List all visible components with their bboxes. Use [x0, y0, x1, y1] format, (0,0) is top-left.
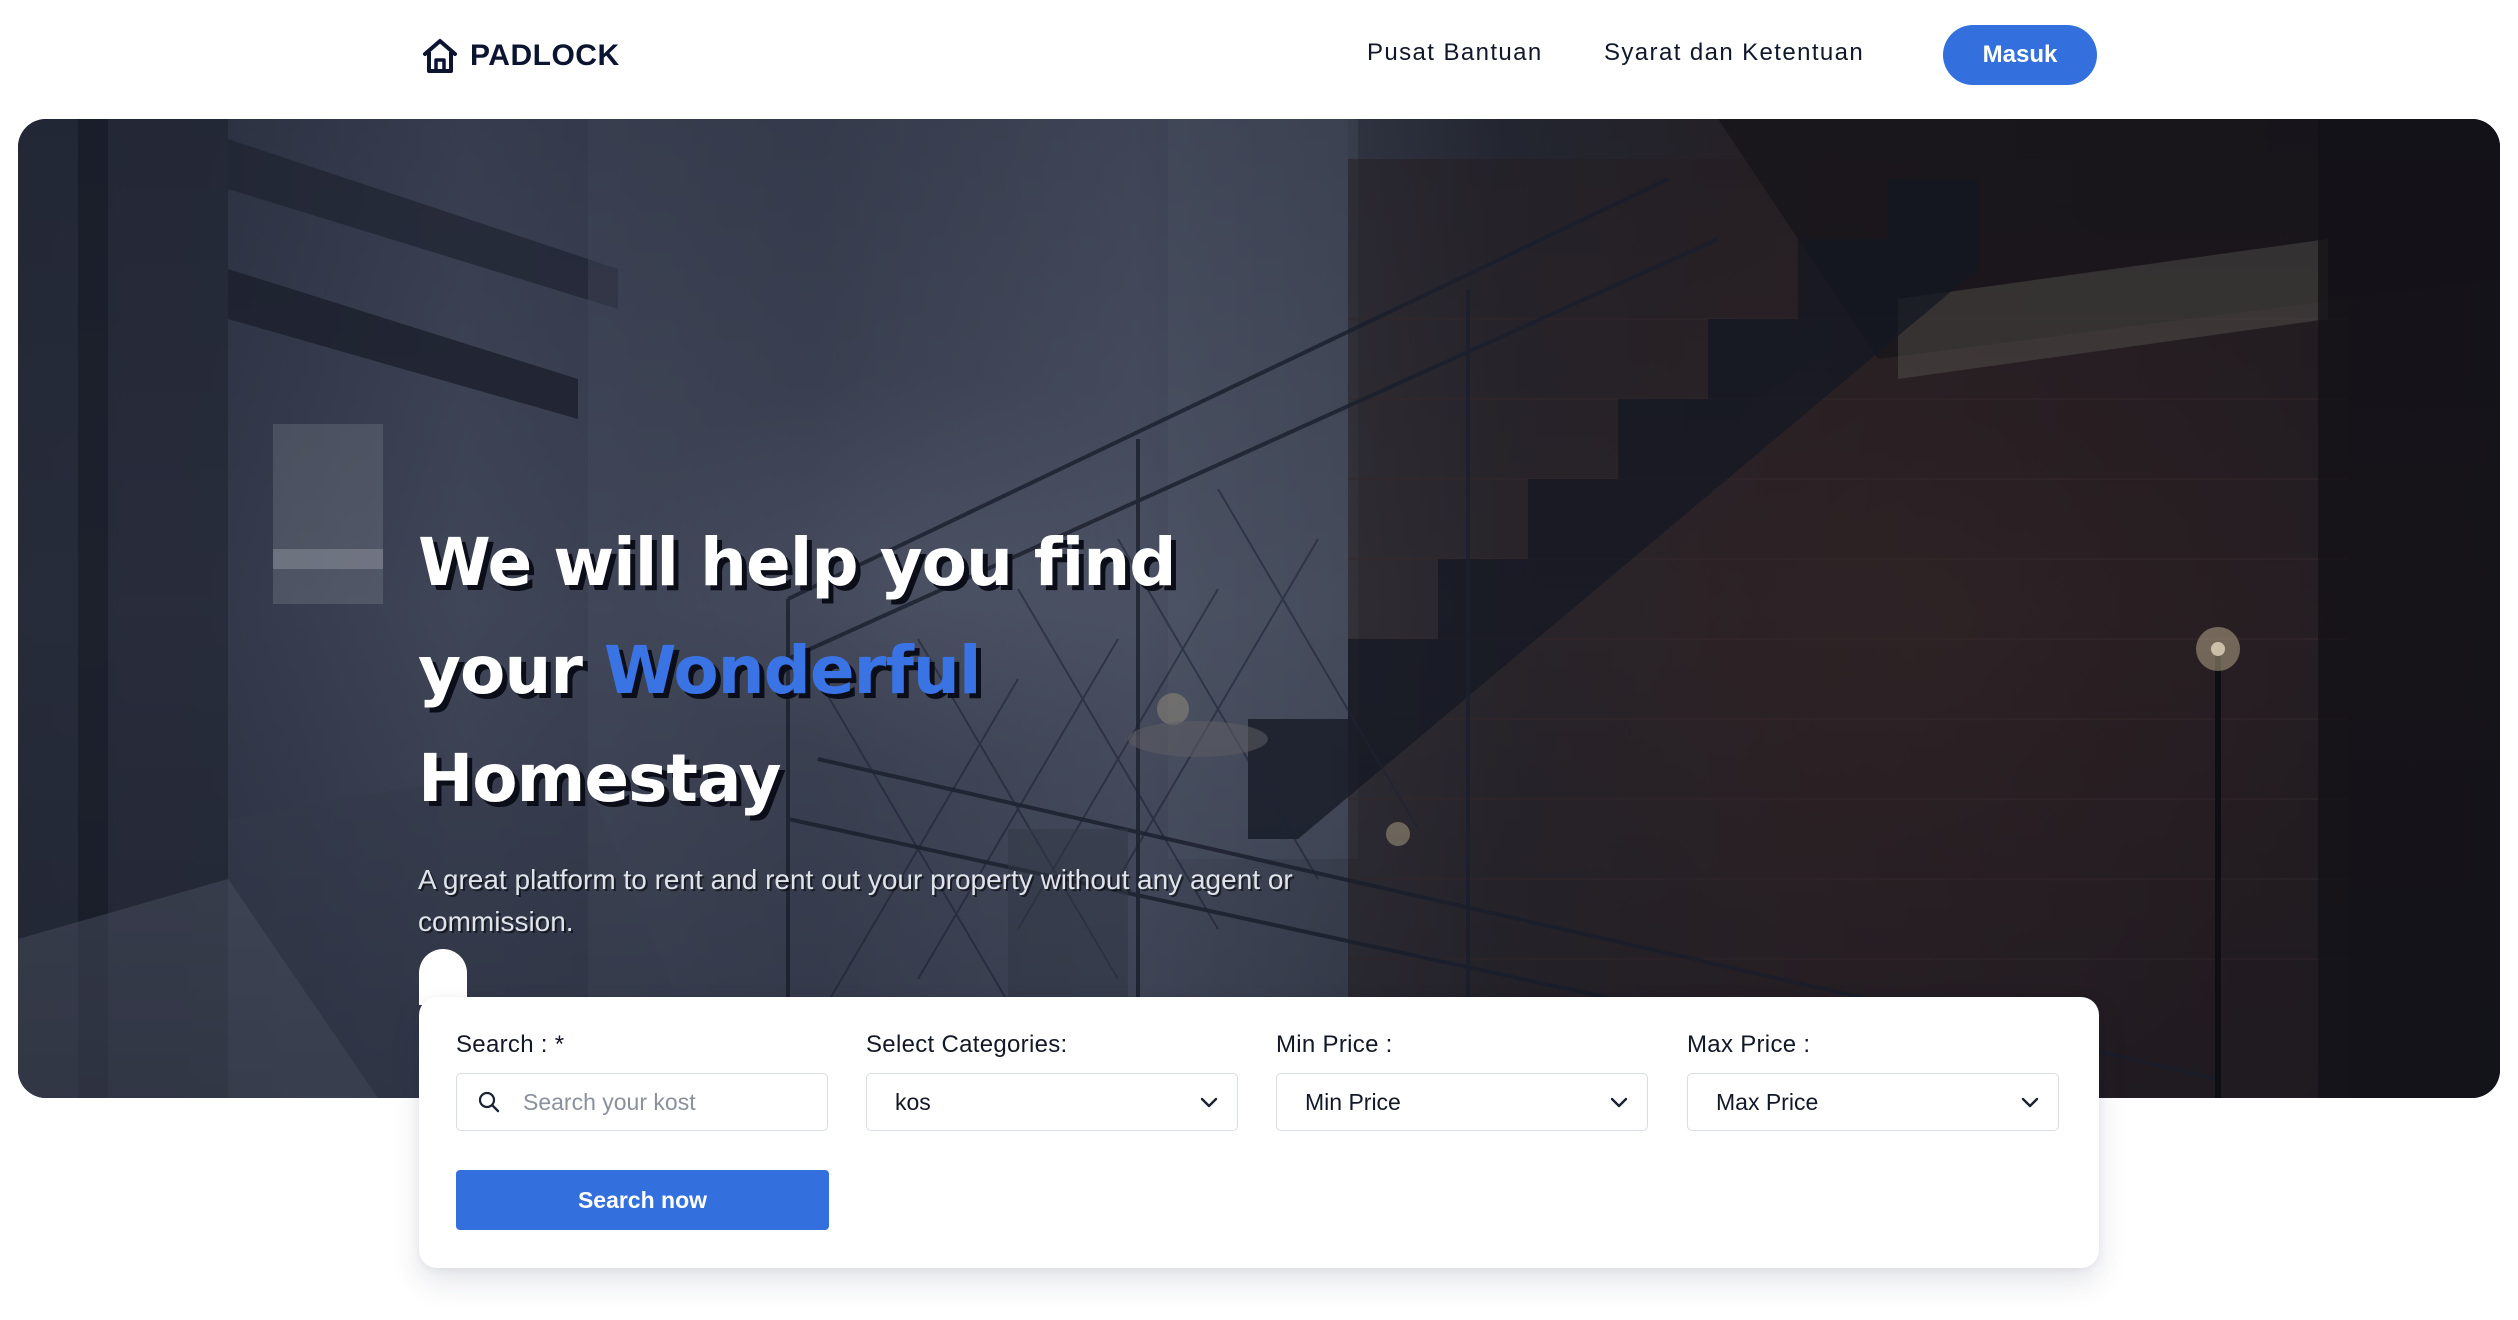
hero-title-prefix: your: [418, 632, 583, 709]
chevron-down-icon: [1610, 1097, 1628, 1108]
hero-title-line-2: your Wonderful: [418, 617, 1176, 725]
category-select[interactable]: kos: [866, 1073, 1238, 1131]
nav-link-help-center[interactable]: Pusat Bantuan: [1367, 36, 1543, 70]
hero-title-line-3: Homestay: [418, 740, 781, 817]
max-price-select-value: Max Price: [1716, 1088, 1819, 1115]
search-field[interactable]: [456, 1073, 828, 1131]
category-select-value: kos: [895, 1088, 931, 1115]
login-button[interactable]: Masuk: [1943, 25, 2097, 85]
min-price-select[interactable]: Min Price: [1276, 1073, 1648, 1131]
hero-subtitle: A great platform to rent and rent out yo…: [418, 864, 1293, 937]
hero-title-line-1: We will help you find: [418, 524, 1176, 601]
search-form: Search : * Select Categories: kos Min Pr…: [419, 997, 2099, 1268]
nav-link-terms[interactable]: Syarat dan Ketentuan: [1604, 36, 1864, 70]
max-price-label: Max Price :: [1687, 1031, 1811, 1058]
search-now-button[interactable]: Search now: [456, 1170, 829, 1230]
house-icon: [423, 39, 457, 73]
brand-name: PADLOCK: [470, 39, 620, 72]
hero-title-accent: Wonderful: [603, 632, 982, 709]
hero-banner: We will help you find your Wonderful Hom…: [18, 119, 2500, 1098]
search-label: Search : *: [456, 1031, 565, 1058]
search-icon: [478, 1091, 500, 1113]
hero-title: We will help you find your Wonderful Hom…: [418, 509, 1176, 833]
max-price-select[interactable]: Max Price: [1687, 1073, 2059, 1131]
min-price-select-value: Min Price: [1305, 1088, 1401, 1115]
navbar: PADLOCK Pusat Bantuan Syarat dan Ketentu…: [0, 0, 2518, 118]
chevron-down-icon: [1200, 1097, 1218, 1108]
min-price-label: Min Price :: [1276, 1031, 1393, 1058]
chevron-down-icon: [2021, 1097, 2039, 1108]
hero-dark-overlay: [18, 119, 2500, 1098]
category-label: Select Categories:: [866, 1031, 1068, 1058]
search-input[interactable]: [523, 1088, 813, 1116]
brand-logo-link[interactable]: PADLOCK: [420, 30, 620, 82]
